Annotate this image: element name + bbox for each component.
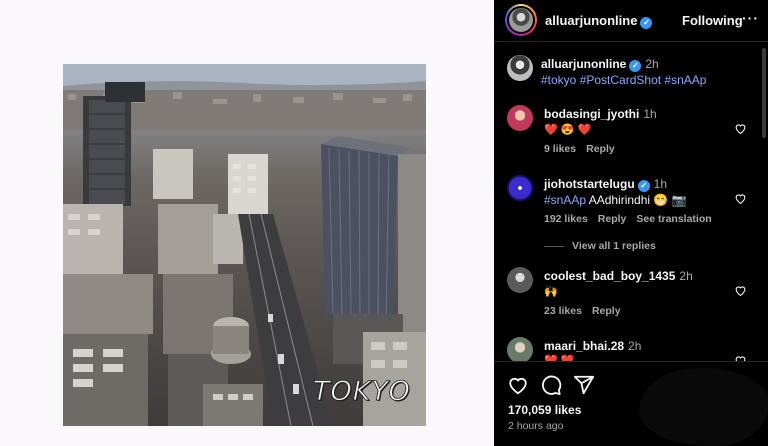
comment-username-text: coolest_bad_boy_1435 (544, 269, 676, 283)
hashtag-link[interactable]: #snAAp (544, 193, 586, 207)
caption-username-text: alluarjunonline (541, 57, 627, 71)
avatar-image (507, 6, 535, 34)
caption-username[interactable]: alluarjunonline ✓ 2h (541, 57, 659, 72)
comment-heart-icon[interactable] (734, 122, 747, 135)
caption-time: 2h (645, 57, 659, 71)
see-translation-button[interactable]: See translation (636, 213, 711, 225)
share-icon[interactable] (573, 374, 595, 396)
comment-time: 1h (653, 177, 668, 191)
view-replies-text: View all 1 replies (572, 240, 656, 252)
comment-time: 1h (643, 107, 657, 121)
reply-button[interactable]: Reply (598, 213, 627, 225)
heart-icon[interactable] (507, 374, 529, 396)
comment-likes[interactable]: 23 likes (544, 305, 582, 317)
profile-avatar[interactable] (505, 4, 537, 36)
comments-scrollbar[interactable] (762, 48, 766, 138)
verified-badge-icon: ✓ (637, 180, 650, 192)
comment-meta: 9 likes Reply (544, 143, 625, 155)
comments-list[interactable]: alluarjunonline ✓ 2h #tokyo #PostCardShot … (494, 43, 768, 361)
reply-button[interactable]: Reply (586, 143, 615, 155)
comment-avatar[interactable] (507, 175, 533, 201)
instagram-post-view: TOKYO alluarjunonline ✓ Following ··· all… (0, 0, 768, 446)
post-actions: 170,059 likes 2 hours ago (494, 361, 768, 446)
likes-count[interactable]: 170,059 likes (508, 403, 581, 417)
comment-likes[interactable]: 192 likes (544, 213, 588, 225)
header-username[interactable]: alluarjunonline ✓ (545, 13, 653, 29)
comment-text: #snAAp AAdhirindhi 😁 📷 (544, 193, 687, 207)
caption-avatar[interactable] (507, 55, 533, 81)
view-replies-button[interactable]: View all 1 replies (544, 240, 656, 252)
comment-username-text: maari_bhai.28 (544, 339, 625, 353)
comment-avatar[interactable] (507, 267, 533, 293)
comment-icon[interactable] (540, 374, 562, 396)
comment-time: 2h (679, 269, 693, 283)
city-photo (63, 64, 426, 426)
comment-avatar[interactable] (507, 337, 533, 361)
comment-heart-icon[interactable] (734, 192, 747, 205)
verified-badge-icon: ✓ (629, 60, 642, 72)
comment-time: 2h (628, 339, 642, 353)
comment-likes[interactable]: 9 likes (544, 143, 576, 155)
comment-meta: 192 likes Reply See translation (544, 213, 722, 225)
comment-meta: 23 likes Reply (544, 305, 631, 317)
header-username-text: alluarjunonline (545, 13, 638, 28)
comment-heart-icon[interactable] (734, 354, 747, 361)
post-side-panel: alluarjunonline ✓ Following ··· alluarjun… (494, 0, 768, 446)
comment-username-text: jiohotstartelugu (544, 177, 635, 191)
comment-username[interactable]: bodasingi_jyothi 1h (544, 107, 657, 121)
comment-avatar[interactable] (507, 105, 533, 131)
post-image[interactable]: TOKYO (63, 64, 426, 426)
reply-button[interactable]: Reply (592, 305, 621, 317)
post-time: 2 hours ago (508, 420, 564, 432)
media-area: TOKYO (0, 0, 494, 446)
comment-text: ❤️ ❤️ (544, 355, 575, 361)
comment-text: 🙌 (544, 286, 558, 298)
photo-caption-text: TOKYO (313, 376, 411, 408)
verified-badge-icon: ✓ (640, 17, 653, 29)
caption-text[interactable]: #tokyo #PostCardShot #snAAp (541, 73, 706, 87)
replies-divider (544, 245, 564, 247)
comment-heart-icon[interactable] (734, 284, 747, 297)
comment-username[interactable]: maari_bhai.28 2h (544, 339, 641, 353)
following-button[interactable]: Following (682, 13, 743, 28)
comment-username-text: bodasingi_jyothi (544, 107, 640, 121)
comment-text-rest: AAdhirindhi 😁 📷 (586, 193, 687, 207)
comment-text: ❤️ 😍 ❤️ (544, 124, 592, 136)
post-header: alluarjunonline ✓ Following ··· (494, 0, 768, 42)
redaction-scribble (639, 368, 768, 446)
comment-username[interactable]: jiohotstartelugu ✓ 1h (544, 177, 667, 192)
comment-username[interactable]: coolest_bad_boy_1435 2h (544, 269, 693, 283)
more-icon[interactable]: ··· (742, 10, 759, 26)
